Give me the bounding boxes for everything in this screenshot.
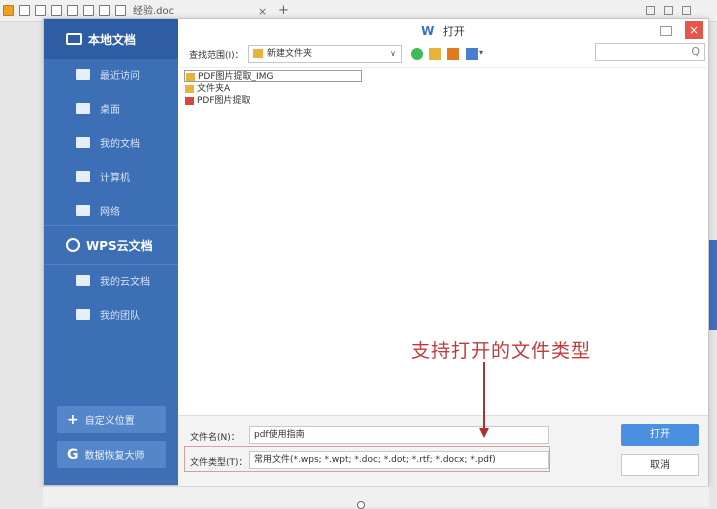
sidebar-item-label: 最近访问 — [100, 70, 140, 82]
desktop-icon — [76, 102, 90, 114]
folder-icon — [185, 85, 194, 93]
output-icon[interactable] — [35, 5, 46, 16]
look-in-label: 查找范围(I)： — [189, 51, 244, 61]
print-icon[interactable] — [51, 5, 62, 16]
search-icon: Q — [691, 45, 700, 58]
page-icon[interactable] — [83, 5, 94, 16]
undo-icon[interactable] — [99, 5, 110, 16]
sidebar-cloud-docs-label: WPS云文档 — [86, 238, 153, 253]
custom-location-label: 自定义位置 — [84, 416, 135, 427]
zoom-handle-icon[interactable] — [357, 501, 365, 509]
filetype-label: 文件类型(T)： — [190, 458, 248, 468]
sidebar-local-docs-label: 本地文档 — [88, 32, 137, 47]
sidebar-item-my-cloud-docs[interactable]: 我的云文档 — [44, 265, 178, 295]
file-name: 文件夹A — [197, 84, 231, 94]
sidebar-item-label: 我的云文档 — [100, 276, 150, 288]
dialog-title: W 打开 — [178, 23, 708, 43]
status-bar — [43, 486, 709, 509]
sidebar-item-label: 计算机 — [100, 172, 130, 184]
file-name: PDF图片提取_IMG — [198, 72, 274, 82]
data-recovery-label: 数据恢复大师 — [84, 451, 145, 462]
pdf-file-icon — [185, 97, 194, 105]
cancel-button[interactable]: 取消 — [621, 454, 699, 476]
minimize-icon[interactable] — [660, 26, 672, 36]
sidebar-item-label: 桌面 — [100, 104, 120, 116]
data-recovery-button[interactable]: G 数据恢复大师 — [57, 441, 166, 468]
skin-icon[interactable] — [646, 6, 655, 15]
window-restore-icon[interactable] — [682, 6, 691, 15]
window-mode-icon[interactable] — [664, 6, 673, 15]
team-icon — [76, 308, 90, 320]
custom-location-button[interactable]: + 自定义位置 — [57, 406, 166, 433]
sidebar-local-docs[interactable]: 本地文档 — [44, 19, 178, 59]
annotation-text: 支持打开的文件类型 — [411, 340, 592, 362]
file-item[interactable]: PDF图片提取 — [184, 95, 251, 107]
recovery-icon: G — [67, 446, 79, 463]
file-item[interactable]: PDF图片提取_IMG — [184, 70, 362, 82]
tab-close-icon[interactable]: × — [258, 4, 267, 19]
back-icon[interactable] — [411, 48, 423, 60]
monitor-icon — [66, 33, 82, 45]
folder-icon — [186, 73, 195, 81]
open-button[interactable]: 打开 — [621, 424, 699, 446]
dialog-bottom-panel: 文件名(N)： pdf使用指南 文件类型(T)： 常用文件(*.wps; *.w… — [178, 415, 708, 487]
print-preview-icon[interactable] — [67, 5, 78, 16]
up-folder-icon[interactable] — [429, 48, 441, 60]
folder-icon — [76, 136, 90, 148]
view-dropdown-icon[interactable]: ▾ — [479, 48, 491, 60]
app-logo-icon[interactable] — [3, 5, 14, 16]
file-name: PDF图片提取 — [197, 96, 251, 106]
dialog-main: W 打开 × 查找范围(I)： 新建文件夹 ∨ ▾ Q PDF图片提取_IMG — [178, 19, 708, 487]
sidebar-item-recent[interactable]: 最近访问 — [44, 59, 178, 89]
search-input[interactable]: Q — [595, 43, 705, 61]
dialog-sidebar: 本地文档 最近访问 桌面 我的文档 计算机 网络 WPS云文档 我的云文档 我的… — [44, 19, 178, 485]
file-item[interactable]: 文件夹A — [184, 83, 230, 95]
computer-icon — [76, 170, 90, 182]
wps-writer-icon: W — [421, 24, 435, 38]
sidebar-item-label: 我的文档 — [100, 138, 140, 150]
sidebar-item-my-team[interactable]: 我的团队 — [44, 299, 178, 329]
dialog-title-text: 打开 — [442, 25, 465, 38]
new-tab-icon[interactable]: + — [278, 3, 289, 18]
sidebar-item-label: 网络 — [100, 206, 120, 218]
cloud-folder-icon — [76, 274, 90, 286]
open-file-dialog: 本地文档 最近访问 桌面 我的文档 计算机 网络 WPS云文档 我的云文档 我的… — [43, 18, 709, 487]
cloud-cube-icon — [66, 238, 80, 252]
document-tab-label: 经验.doc — [133, 6, 175, 17]
document-tab[interactable]: 经验.doc × + — [133, 3, 289, 19]
filename-label: 文件名(N)： — [190, 433, 240, 443]
network-icon — [76, 204, 90, 216]
redo-icon[interactable] — [115, 5, 126, 16]
annotation-arrow — [483, 362, 485, 432]
close-icon[interactable]: × — [685, 21, 703, 39]
annotation-arrow-head — [479, 428, 489, 438]
folder-icon — [253, 49, 263, 58]
plus-icon: + — [67, 411, 79, 428]
background-app-strip — [709, 240, 717, 330]
filename-input[interactable]: pdf使用指南 — [249, 426, 549, 444]
chevron-down-icon: ∨ — [390, 49, 396, 58]
filetype-select[interactable]: 常用文件(*.wps; *.wpt; *.doc; *.dot; *.rtf; … — [249, 451, 549, 469]
sidebar-item-desktop[interactable]: 桌面 — [44, 93, 178, 123]
sidebar-item-label: 我的团队 — [100, 310, 140, 322]
new-folder-icon[interactable] — [447, 48, 459, 60]
sidebar-item-computer[interactable]: 计算机 — [44, 161, 178, 191]
recent-icon — [76, 68, 90, 80]
save-icon[interactable] — [19, 5, 30, 16]
view-menu-icon[interactable] — [466, 48, 478, 60]
sidebar-cloud-docs[interactable]: WPS云文档 — [44, 225, 178, 265]
sidebar-item-network[interactable]: 网络 — [44, 195, 178, 225]
look-in-value: 新建文件夹 — [267, 49, 313, 59]
sidebar-item-my-documents[interactable]: 我的文档 — [44, 127, 178, 157]
look-in-select[interactable]: 新建文件夹 ∨ — [248, 45, 402, 63]
